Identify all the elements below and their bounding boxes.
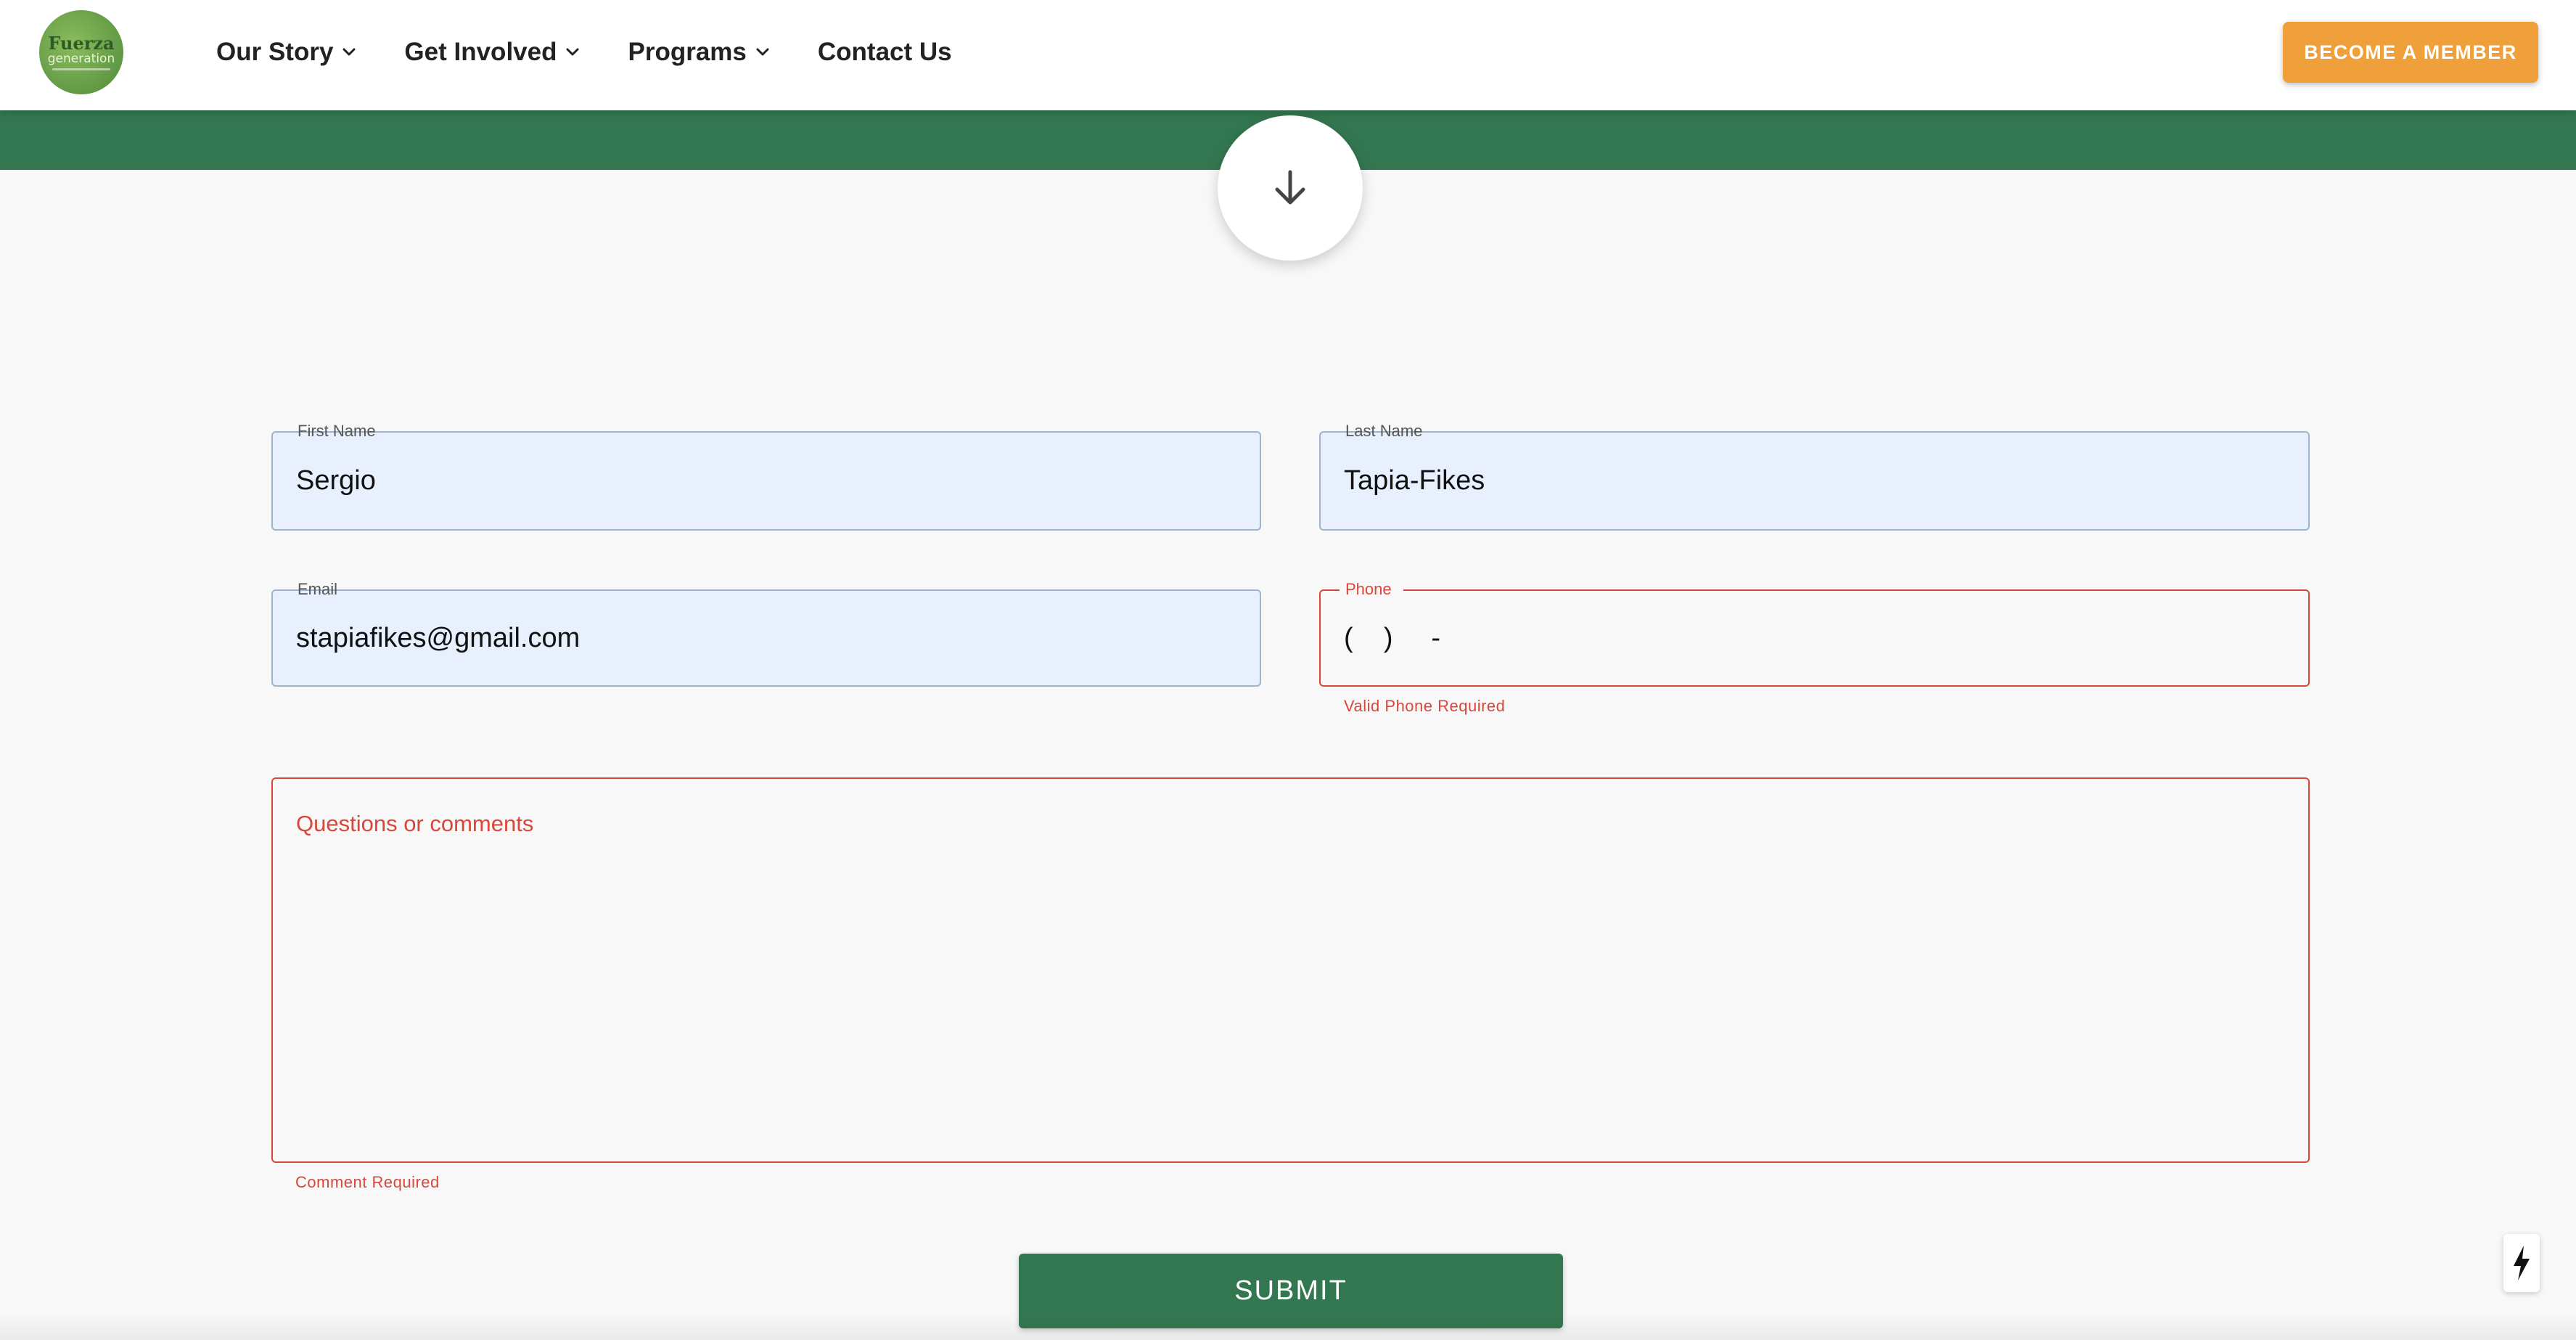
last-name-value[interactable]: Tapia-Fikes [1344, 433, 1485, 529]
nav-label: Contact Us [817, 38, 952, 66]
become-member-button[interactable]: BECOME A MEMBER [2283, 22, 2538, 83]
email-value[interactable]: stapiafikes@gmail.com [296, 591, 580, 685]
main-nav: Our Story Get Involved Programs Contact … [216, 33, 998, 71]
first-name-value[interactable]: Sergio [296, 433, 376, 529]
scroll-down-button[interactable] [1218, 115, 1363, 261]
logo-tagline-bar [52, 68, 110, 70]
phone-value[interactable]: ( ) - [1344, 591, 1440, 685]
site-header: Fuerza generation Our Story Get Involved… [0, 0, 2576, 110]
nav-item-contact-us[interactable]: Contact Us [818, 38, 952, 67]
nav-label: Get Involved [404, 38, 557, 66]
lightning-bolt-icon [2514, 1246, 2530, 1280]
comments-error: Comment Required [295, 1173, 440, 1191]
logo-title: Fuerza [48, 32, 115, 54]
comments-textarea[interactable]: Questions or comments [271, 777, 2310, 1163]
nav-item-programs[interactable]: Programs [628, 38, 771, 67]
chevron-down-icon [566, 48, 579, 56]
nav-label: Our Story [216, 38, 334, 66]
phone-field[interactable]: Phone ( ) - [1319, 580, 2310, 687]
first-name-field[interactable]: First Name Sergio [271, 422, 1261, 531]
floating-action-button[interactable] [2503, 1234, 2540, 1292]
nav-item-our-story[interactable]: Our Story [216, 38, 358, 67]
chevron-down-icon [756, 48, 769, 56]
comments-placeholder: Questions or comments [296, 811, 534, 836]
fuerza-logo[interactable]: Fuerza generation [39, 10, 123, 94]
phone-error: Valid Phone Required [1344, 697, 1506, 715]
nav-item-get-involved[interactable]: Get Involved [404, 38, 581, 67]
nav-label: Programs [628, 38, 747, 66]
email-field[interactable]: Email stapiafikes@gmail.com [271, 580, 1261, 687]
logo-subtitle: generation [47, 51, 115, 66]
arrow-down-icon [1275, 170, 1305, 205]
bottom-shadow [0, 1314, 2576, 1340]
chevron-down-icon [342, 48, 356, 56]
last-name-field[interactable]: Last Name Tapia-Fikes [1319, 422, 2310, 531]
